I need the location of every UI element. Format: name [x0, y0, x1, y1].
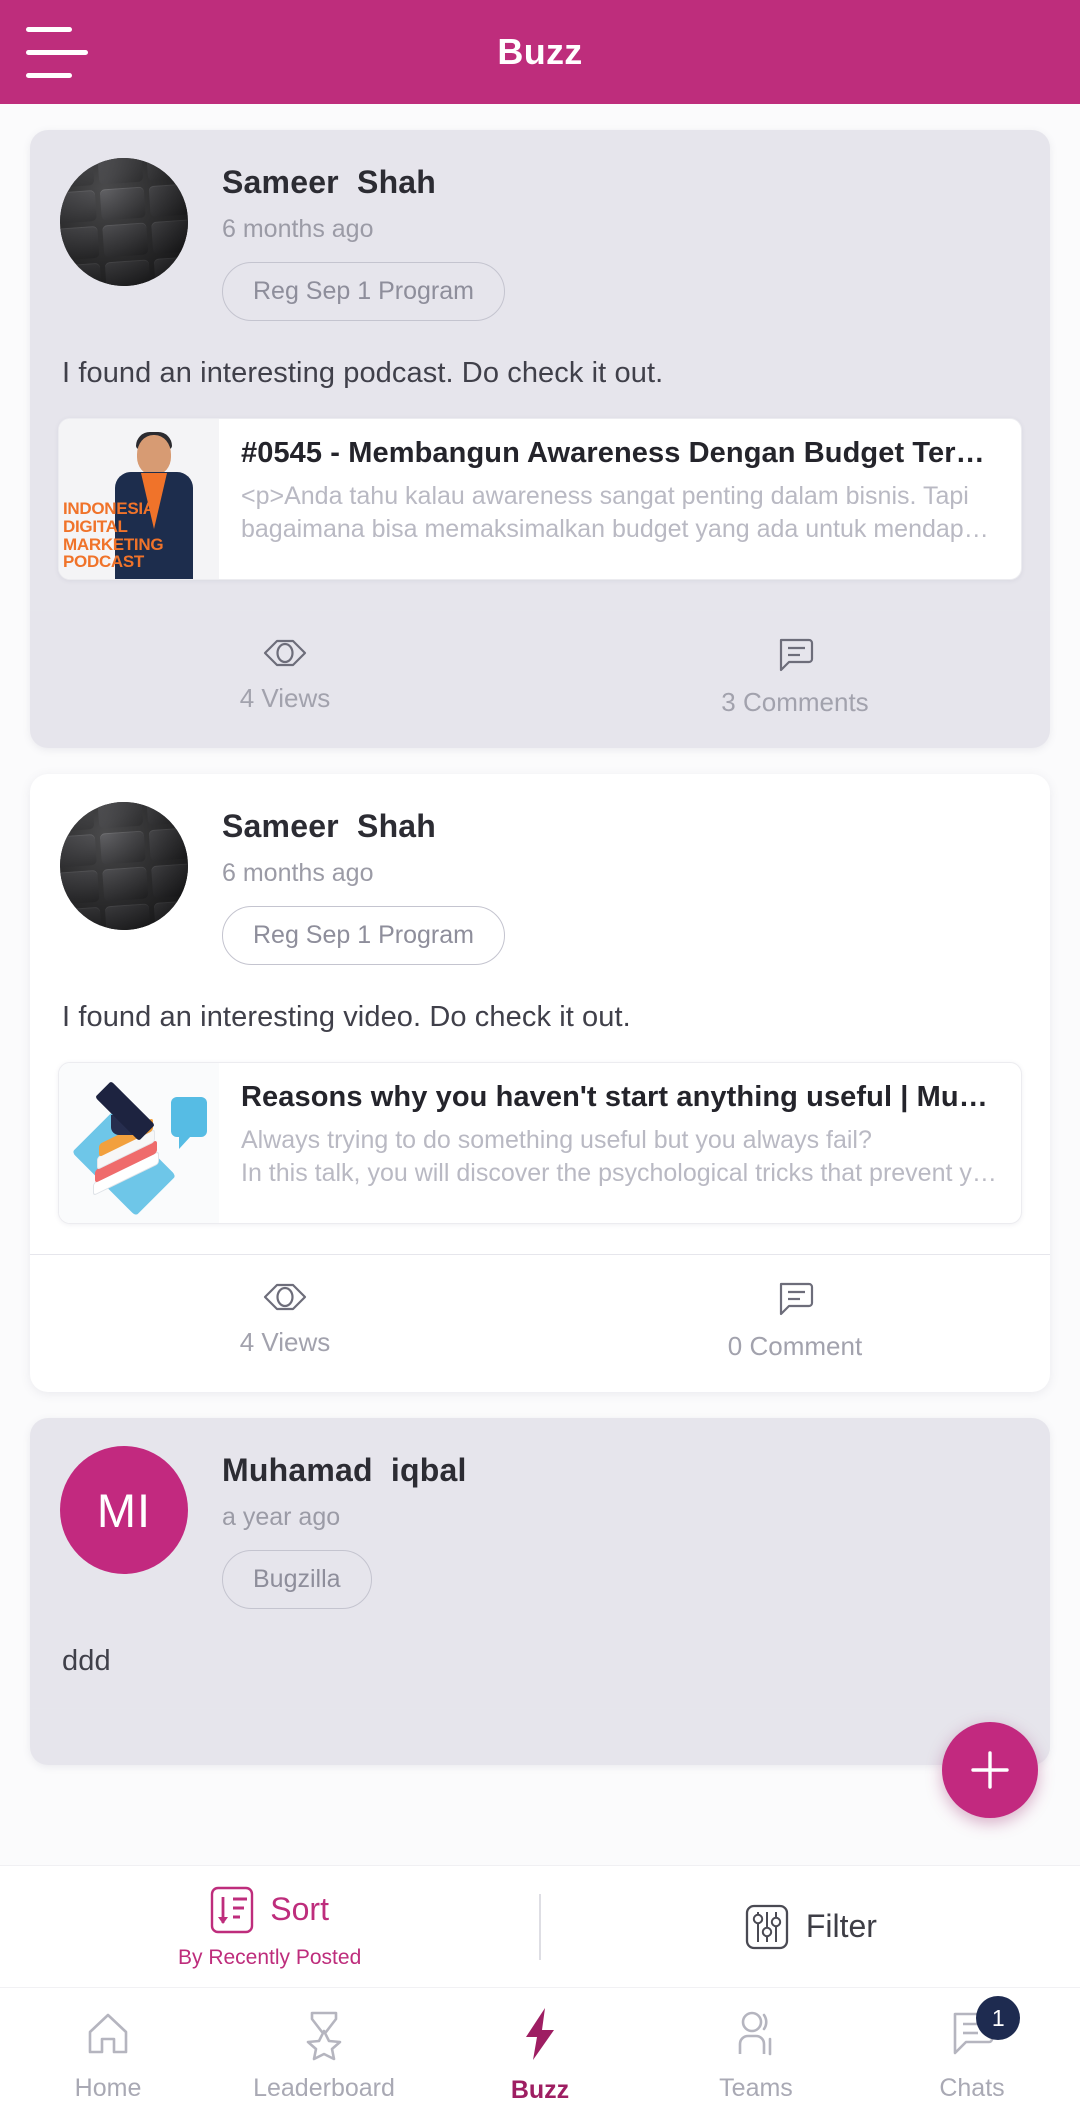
comments-button[interactable]: 0 Comment	[540, 1255, 1050, 1392]
nav-label-chats: Chats	[939, 2074, 1005, 2102]
avatar-initials: MI	[96, 1483, 152, 1537]
podcast-cover-thumbnail: INDONESIA DIGITAL MARKETING PODCAST	[59, 419, 219, 579]
lightning-bolt-icon	[526, 2008, 554, 2060]
nav-item-home[interactable]: Home	[0, 1988, 216, 2121]
post-timestamp: 6 months ago	[222, 215, 374, 243]
filter-label: Filter	[805, 1908, 877, 1944]
people-icon	[738, 2011, 772, 2056]
link-preview-body: Reasons why you haven't start anything u…	[219, 1063, 1021, 1223]
post-timestamp: 6 months ago	[222, 859, 374, 887]
avatar-shade	[60, 158, 188, 286]
nav-label-home: Home	[74, 2074, 142, 2102]
comments-count-label: 0 Comment	[727, 1331, 863, 1361]
podcast-cover-text: INDONESIA DIGITAL MARKETING PODCAST	[63, 499, 164, 572]
sort-descending-icon	[211, 1886, 254, 1933]
views-count-label: 4 Views	[239, 683, 331, 713]
home-icon	[88, 2013, 128, 2054]
comments-button[interactable]: 3 Comments	[540, 611, 1050, 748]
avatar-shade	[60, 802, 188, 930]
post-body: I found an interesting podcast. Do check…	[62, 357, 664, 389]
eye-icon	[263, 639, 307, 667]
post-author: Sameer Shah	[222, 808, 437, 844]
nav-item-buzz[interactable]: Buzz	[432, 1988, 648, 2121]
sort-button[interactable]: Sort By Recently Posted	[0, 1884, 539, 1970]
sort-subtitle: By Recently Posted	[177, 1945, 362, 1969]
post-tag[interactable]: Bugzilla	[222, 1550, 372, 1609]
nav-label-leaderboard: Leaderboard	[253, 2074, 395, 2102]
post-body: ddd	[62, 1645, 111, 1677]
post-meta: Sameer Shah 6 months ago Reg Sep 1 Progr…	[188, 802, 505, 965]
post-body: I found an interesting video. Do check i…	[62, 1001, 631, 1033]
page-title: Buzz	[497, 31, 583, 72]
post-card[interactable]: MI Muhamad iqbal a year ago Bugzilla ddd	[30, 1418, 1050, 1765]
avatar[interactable]	[60, 158, 188, 286]
link-preview-title: #0545 - Membangun Awareness Dengan Budge…	[241, 437, 999, 469]
comment-icon	[779, 638, 814, 672]
post-link-preview[interactable]: INDONESIA DIGITAL MARKETING PODCAST #054…	[58, 418, 1022, 580]
sort-label: Sort	[270, 1891, 329, 1927]
link-preview-description: <p>Anda tahu kalau awareness sangat pent…	[241, 482, 999, 543]
post-card[interactable]: Sameer Shah 6 months ago Reg Sep 1 Progr…	[30, 774, 1050, 1392]
link-preview-body: #0545 - Membangun Awareness Dengan Budge…	[219, 419, 1021, 579]
link-preview-description: Always trying to do something useful but…	[241, 1126, 999, 1187]
create-post-fab[interactable]	[942, 1722, 1038, 1818]
post-tag[interactable]: Reg Sep 1 Program	[222, 262, 505, 321]
comment-icon	[779, 1282, 814, 1316]
filter-sliders-icon	[745, 1904, 788, 1949]
nav-item-leaderboard[interactable]: Leaderboard	[216, 1988, 432, 2121]
post-link-preview[interactable]: Reasons why you haven't start anything u…	[58, 1062, 1022, 1224]
post-meta: Muhamad iqbal a year ago Bugzilla	[188, 1446, 467, 1609]
app-screen: Buzz Sameer Shah 6 months ago Reg Sep 1 …	[0, 0, 1080, 2121]
post-card[interactable]: Sameer Shah 6 months ago Reg Sep 1 Progr…	[30, 130, 1050, 748]
post-header: MI Muhamad iqbal a year ago Bugzilla	[30, 1418, 1050, 1609]
comments-count-label: 3 Comments	[721, 687, 869, 717]
post-author: Sameer Shah	[222, 164, 437, 200]
chats-unread-badge: 1	[976, 1996, 1021, 2040]
bottom-navigation: Home Leaderboard Buzz Teams 1 Chats	[0, 1987, 1080, 2121]
post-timestamp: a year ago	[222, 1503, 341, 1531]
views-count-label: 4 Views	[239, 1327, 331, 1357]
post-author: Muhamad iqbal	[222, 1452, 467, 1488]
nav-label-buzz: Buzz	[510, 2076, 570, 2104]
post-stats-row: 4 Views 0 Comment	[30, 1254, 1050, 1392]
nav-item-teams[interactable]: Teams	[648, 1988, 864, 2121]
sort-filter-bar: Sort By Recently Posted Filter	[0, 1865, 1080, 1987]
post-stats-row	[30, 1708, 1050, 1765]
nav-item-chats[interactable]: 1 Chats	[864, 1988, 1080, 2121]
post-stats-row: 4 Views 3 Comments	[30, 610, 1050, 748]
buzz-feed-list[interactable]: Sameer Shah 6 months ago Reg Sep 1 Progr…	[0, 104, 1080, 1865]
post-meta: Sameer Shah 6 months ago Reg Sep 1 Progr…	[188, 158, 505, 321]
views-button[interactable]	[30, 1709, 540, 1765]
views-button[interactable]: 4 Views	[30, 1255, 540, 1392]
hamburger-line-3	[26, 72, 72, 78]
filter-button[interactable]: Filter	[541, 1901, 1080, 1953]
graduation-books-illustration-thumbnail	[59, 1063, 219, 1223]
post-header: Sameer Shah 6 months ago Reg Sep 1 Progr…	[30, 130, 1050, 321]
nav-label-teams: Teams	[719, 2074, 793, 2102]
post-tag[interactable]: Reg Sep 1 Program	[222, 906, 505, 965]
views-button[interactable]: 4 Views	[30, 611, 540, 748]
post-header: Sameer Shah 6 months ago Reg Sep 1 Progr…	[30, 774, 1050, 965]
medal-star-icon	[306, 2011, 342, 2061]
avatar[interactable]: MI	[60, 1446, 188, 1574]
link-preview-title: Reasons why you haven't start anything u…	[241, 1081, 999, 1113]
avatar[interactable]	[60, 802, 188, 930]
eye-icon	[263, 1283, 307, 1311]
plus-icon	[971, 1751, 1009, 1789]
app-header: Buzz	[0, 0, 1080, 104]
